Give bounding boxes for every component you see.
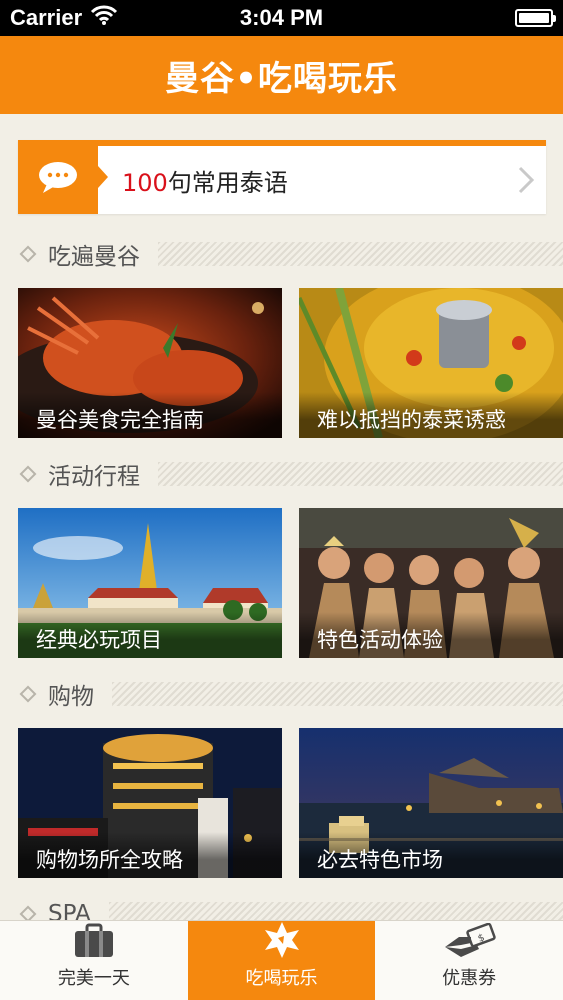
tab-bar: 完美一天 吃喝玩乐 $ 优惠券 (0, 920, 563, 1000)
card-thai-food-temptation[interactable]: 难以抵挡的泰菜诱惑 (299, 288, 563, 438)
starburst-icon (262, 920, 302, 960)
card-featured-activities[interactable]: 特色活动体验 (299, 508, 563, 658)
tab-eat-drink-play[interactable]: 吃喝玩乐 (187, 920, 376, 1000)
diamond-icon (19, 685, 37, 703)
tab-label: 优惠券 (442, 968, 497, 989)
card-caption: 曼谷美食完全指南 (18, 392, 282, 438)
svg-text:$: $ (477, 932, 487, 945)
speech-bubble-icon (18, 140, 108, 214)
thai-phrases-label: 100句常用泰语 (122, 163, 506, 198)
section-title: SPA (48, 901, 91, 920)
diamond-icon (19, 245, 37, 263)
section-divider (108, 902, 563, 920)
status-left: Carrier (10, 4, 118, 32)
section-title: 吃遍曼谷 (48, 244, 140, 270)
wifi-icon (90, 4, 118, 32)
section-title: 购物 (48, 684, 94, 710)
diamond-icon (19, 905, 37, 920)
card-classic-attractions[interactable]: 经典必玩项目 (18, 508, 282, 658)
section-header-eat: 吃遍曼谷 (18, 238, 563, 270)
section-divider (112, 682, 563, 706)
battery-icon (515, 9, 556, 27)
battery-level (519, 13, 549, 23)
coupon-hand-icon: $ (441, 921, 497, 960)
tab-label: 完美一天 (57, 968, 130, 989)
section-header-activities: 活动行程 (18, 458, 563, 490)
chevron-right-icon (506, 143, 546, 217)
tab-perfect-day[interactable]: 完美一天 (0, 921, 188, 1000)
suitcase-icon (72, 921, 116, 960)
card-caption: 难以抵挡的泰菜诱惑 (299, 392, 563, 438)
card-caption: 必去特色市场 (299, 832, 563, 878)
section-header-shopping: 购物 (18, 678, 563, 710)
main-content[interactable]: 100句常用泰语 吃遍曼谷 曼谷美食完全指南 难以抵挡的泰菜诱惑 活动行程 经典… (0, 114, 563, 920)
section-divider (158, 462, 563, 486)
diamond-icon (19, 465, 37, 483)
phrase-count: 100 (122, 168, 168, 197)
section-divider (158, 242, 563, 266)
card-caption: 经典必玩项目 (18, 612, 282, 658)
status-bar: Carrier 3:04 PM (0, 0, 563, 36)
tab-coupons[interactable]: $ 优惠券 (375, 921, 563, 1000)
carrier-label: Carrier (10, 5, 83, 30)
section-header-spa: SPA (18, 898, 563, 920)
card-bangkok-food-guide[interactable]: 曼谷美食完全指南 (18, 288, 282, 438)
card-special-markets[interactable]: 必去特色市场 (299, 728, 563, 878)
page-title: 曼谷•吃喝玩乐 (0, 36, 563, 114)
card-shopping-guide[interactable]: 购物场所全攻略 (18, 728, 282, 878)
tab-label: 吃喝玩乐 (245, 968, 318, 989)
card-caption: 特色活动体验 (299, 612, 563, 658)
thai-phrases-banner[interactable]: 100句常用泰语 (18, 140, 546, 214)
phrase-text: 句常用泰语 (167, 168, 288, 197)
section-title: 活动行程 (48, 464, 140, 490)
card-caption: 购物场所全攻略 (18, 832, 282, 878)
